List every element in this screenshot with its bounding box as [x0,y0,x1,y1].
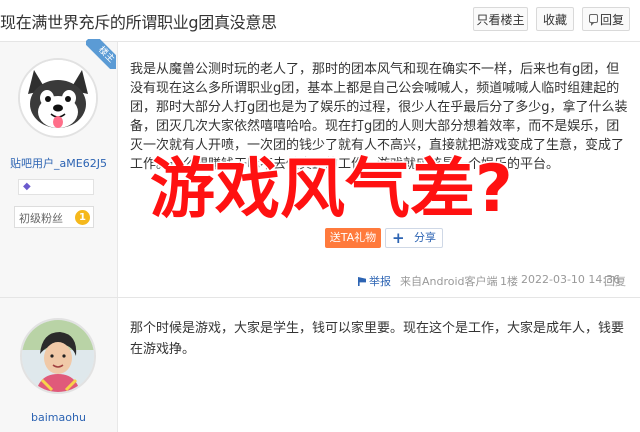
only-op-button[interactable]: 只看楼主 [473,7,528,31]
post1-username[interactable]: 贴吧用户_aME62J5 [0,155,117,171]
op-ribbon: 楼主 [86,39,116,69]
send-gift-button[interactable]: 送TA礼物 [325,228,381,248]
member-badge: ◆ [18,179,94,195]
post2-content: 那个时候是游戏，大家是学生，钱可以家里要。现在这个是工作，大家是成年人，钱要在游… [130,321,625,357]
report-link[interactable]: 举报 [358,273,391,289]
fan-level-name: 初级粉丝 [19,212,63,225]
op-badge: 楼主 [86,39,116,69]
post1-reply-link[interactable]: 回复 [604,273,626,289]
share-label: 分享 [414,231,436,244]
floor-number: 1楼 [500,275,518,288]
reply-button[interactable]: 回复 [582,7,630,31]
person-photo-avatar[interactable] [20,318,96,394]
reply-icon [589,14,598,26]
reply-button-label: 回复 [599,13,624,27]
report-label: 举报 [369,275,391,288]
favorite-button[interactable]: 收藏 [536,7,574,31]
husky-dog-icon [20,60,96,136]
share-button[interactable]: + 分享 [385,228,443,248]
fan-level-badge[interactable]: 初级粉丝 1 [14,206,94,228]
plus-icon: + [392,229,405,247]
thread-title: 现在满世界充斥的所谓职业g团真没意思 [0,13,277,32]
fan-level-number: 1 [75,210,90,225]
thread-header: 现在满世界充斥的所谓职业g团真没意思 只看楼主 收藏 回复 [0,0,640,42]
person-photo-icon [22,320,94,392]
post-source[interactable]: 来自Android客户端 [400,273,498,289]
husky-dog-avatar[interactable] [18,58,98,138]
post2-username[interactable]: baimaohu [0,411,117,424]
gem-icon: ◆ [23,181,31,192]
overlay-caption: 游戏风气差? [149,151,515,229]
flag-icon [358,277,366,286]
